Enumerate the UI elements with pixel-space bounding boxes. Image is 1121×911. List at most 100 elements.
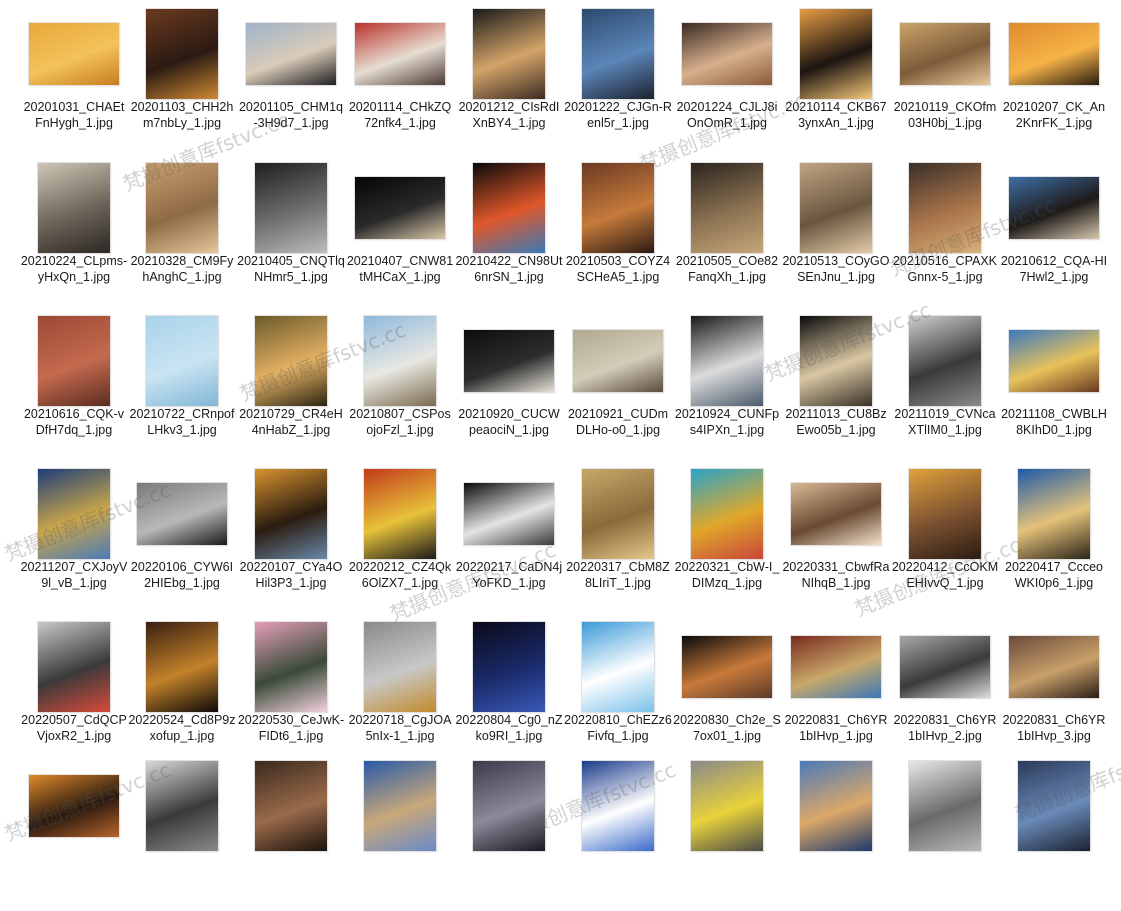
file-item[interactable]: 20220217_CaDN4jYoFKD_1.jpg: [455, 466, 563, 619]
file-item[interactable]: 20210224_CLpms-yHxQn_1.jpg: [20, 160, 128, 313]
file-item[interactable]: 20210616_CQK-vDfH7dq_1.jpg: [20, 313, 128, 466]
thumbnail-frame: [782, 466, 890, 561]
file-item[interactable]: 20210921_CUDmDLHo-o0_1.jpg: [564, 313, 672, 466]
file-item[interactable]: [1000, 758, 1108, 911]
thumbnail-frame: [346, 160, 454, 255]
file-name: 20210924_CUNFps4IPXn_1.jpg: [674, 407, 780, 437]
image-thumbnail: [355, 176, 445, 239]
image-thumbnail: [146, 760, 218, 851]
file-item[interactable]: 20210114_CKB673ynxAn_1.jpg: [782, 6, 890, 159]
file-item[interactable]: 20210503_COYZ4SCHeA5_1.jpg: [564, 160, 672, 313]
image-thumbnail: [1009, 22, 1099, 85]
file-item[interactable]: 20201222_CJGn-Renl5r_1.jpg: [564, 6, 672, 159]
file-item[interactable]: 20211108_CWBLH8KIhD0_1.jpg: [1000, 313, 1108, 466]
image-thumbnail: [800, 315, 872, 406]
file-item[interactable]: 20210722_CRnpofLHkv3_1.jpg: [128, 313, 236, 466]
file-name: 20220217_CaDN4jYoFKD_1.jpg: [455, 560, 563, 590]
file-item[interactable]: 20220331_CbwfRaNIhqB_1.jpg: [782, 466, 890, 619]
file-item[interactable]: 20220830_Ch2e_S7ox01_1.jpg: [673, 619, 781, 772]
image-thumbnail: [1009, 635, 1099, 698]
image-thumbnail: [1009, 176, 1099, 239]
file-item[interactable]: 20220321_CbW-I_DIMzq_1.jpg: [673, 466, 781, 619]
file-item[interactable]: 20201114_CHkZQ72nfk4_1.jpg: [346, 6, 454, 159]
image-thumbnail: [682, 22, 772, 85]
thumbnail-frame: [455, 619, 563, 714]
file-name: 20220412_CcOKMEHIvvQ_1.jpg: [891, 560, 999, 590]
file-name: 20210503_COYZ4SCHeA5_1.jpg: [565, 254, 671, 284]
file-item[interactable]: [673, 758, 781, 911]
file-item[interactable]: [346, 758, 454, 911]
file-item[interactable]: [128, 758, 236, 911]
file-item[interactable]: 20220507_CdQCPVjoxR2_1.jpg: [20, 619, 128, 772]
image-thumbnail: [800, 162, 872, 253]
file-item[interactable]: 20220530_CeJwK-FIDt6_1.jpg: [237, 619, 345, 772]
file-item[interactable]: 20201031_CHAEtFnHygh_1.jpg: [20, 6, 128, 159]
file-item[interactable]: [20, 758, 128, 911]
file-name: 20201105_CHM1q-3H9d7_1.jpg: [238, 100, 343, 130]
file-item[interactable]: 20201105_CHM1q-3H9d7_1.jpg: [237, 6, 345, 159]
file-item[interactable]: 20211207_CXJoyV9l_vB_1.jpg: [20, 466, 128, 619]
file-item[interactable]: 20220804_Cg0_nZko9RI_1.jpg: [455, 619, 563, 772]
file-item[interactable]: 20210407_CNW81tMHCaX_1.jpg: [346, 160, 454, 313]
file-item[interactable]: 20220524_Cd8P9zxofup_1.jpg: [128, 619, 236, 772]
file-item[interactable]: [891, 758, 999, 911]
thumbnail-frame: [455, 160, 563, 255]
file-item[interactable]: 20210612_CQA-HI7Hwl2_1.jpg: [1000, 160, 1108, 313]
thumbnail-frame: [564, 313, 672, 408]
file-item[interactable]: 20210328_CM9FyhAnghC_1.jpg: [128, 160, 236, 313]
file-name: 20220830_Ch2e_S7ox01_1.jpg: [673, 713, 781, 743]
thumbnail-frame: [128, 619, 236, 714]
file-item[interactable]: 20210422_CN98Ut6nrSN_1.jpg: [455, 160, 563, 313]
image-thumbnail: [464, 482, 554, 545]
file-item[interactable]: 20210807_CSPosojoFzl_1.jpg: [346, 313, 454, 466]
file-item[interactable]: 20210513_COyGOSEnJnu_1.jpg: [782, 160, 890, 313]
file-item[interactable]: [782, 758, 890, 911]
file-item[interactable]: 20201103_CHH2hm7nbLy_1.jpg: [128, 6, 236, 159]
thumbnail-frame: [1000, 6, 1108, 101]
file-item[interactable]: 20220107_CYa4OHil3P3_1.jpg: [237, 466, 345, 619]
file-item[interactable]: 20201224_CJLJ8iOnOmR_1.jpg: [673, 6, 781, 159]
file-item[interactable]: 20210207_CK_An2KnrFK_1.jpg: [1000, 6, 1108, 159]
file-name: 20210119_CKOfm03H0bj_1.jpg: [893, 100, 997, 130]
file-item[interactable]: 20210505_COe82FanqXh_1.jpg: [673, 160, 781, 313]
file-name: 20211019_CVNcaXTlIM0_1.jpg: [894, 407, 996, 437]
image-thumbnail: [473, 162, 545, 253]
file-item[interactable]: [455, 758, 563, 911]
image-thumbnail: [255, 468, 327, 559]
thumbnail-frame: [237, 758, 345, 853]
file-item[interactable]: 20210920_CUCWpeaociN_1.jpg: [455, 313, 563, 466]
file-item[interactable]: 20220831_Ch6YR1bIHvp_3.jpg: [1000, 619, 1108, 772]
thumbnail-frame: [564, 619, 672, 714]
image-thumbnail: [29, 774, 119, 837]
file-item[interactable]: 20220831_Ch6YR1bIHvp_1.jpg: [782, 619, 890, 772]
file-item[interactable]: 20210729_CR4eH4nHabZ_1.jpg: [237, 313, 345, 466]
file-item[interactable]: 20210516_CPAXKGnnx-5_1.jpg: [891, 160, 999, 313]
file-name: 20210114_CKB673ynxAn_1.jpg: [785, 100, 887, 130]
file-item[interactable]: 20220810_ChEZz6Fivfq_1.jpg: [564, 619, 672, 772]
file-item[interactable]: 20220417_CcceoWKI0p6_1.jpg: [1000, 466, 1108, 619]
file-item[interactable]: 20210924_CUNFps4IPXn_1.jpg: [673, 313, 781, 466]
file-item[interactable]: 20220831_Ch6YR1bIHvp_2.jpg: [891, 619, 999, 772]
file-name: 20220831_Ch6YR1bIHvp_2.jpg: [893, 713, 997, 743]
image-thumbnail: [691, 315, 763, 406]
file-item[interactable]: 20220212_CZ4Qk6OlZX7_1.jpg: [346, 466, 454, 619]
file-item[interactable]: [564, 758, 672, 911]
file-name: 20210407_CNW81tMHCaX_1.jpg: [346, 254, 454, 284]
file-item[interactable]: 20211019_CVNcaXTlIM0_1.jpg: [891, 313, 999, 466]
image-thumbnail: [255, 760, 327, 851]
file-item[interactable]: 20220317_CbM8Z8LIriT_1.jpg: [564, 466, 672, 619]
image-thumbnail: [38, 621, 110, 712]
image-thumbnail: [473, 621, 545, 712]
thumbnail-frame: [673, 466, 781, 561]
image-thumbnail: [582, 162, 654, 253]
file-item[interactable]: 20220412_CcOKMEHIvvQ_1.jpg: [891, 466, 999, 619]
thumbnail-frame: [782, 758, 890, 853]
thumbnail-frame: [455, 313, 563, 408]
file-item[interactable]: 20210119_CKOfm03H0bj_1.jpg: [891, 6, 999, 159]
file-item[interactable]: 20201212_CIsRdIXnBY4_1.jpg: [455, 6, 563, 159]
file-item[interactable]: 20220106_CYW6I2HIEbg_1.jpg: [128, 466, 236, 619]
file-item[interactable]: 20211013_CU8BzEwo05b_1.jpg: [782, 313, 890, 466]
file-item[interactable]: [237, 758, 345, 911]
file-item[interactable]: 20210405_CNQTlqNHmr5_1.jpg: [237, 160, 345, 313]
file-item[interactable]: 20220718_CgJOA5nIx-1_1.jpg: [346, 619, 454, 772]
